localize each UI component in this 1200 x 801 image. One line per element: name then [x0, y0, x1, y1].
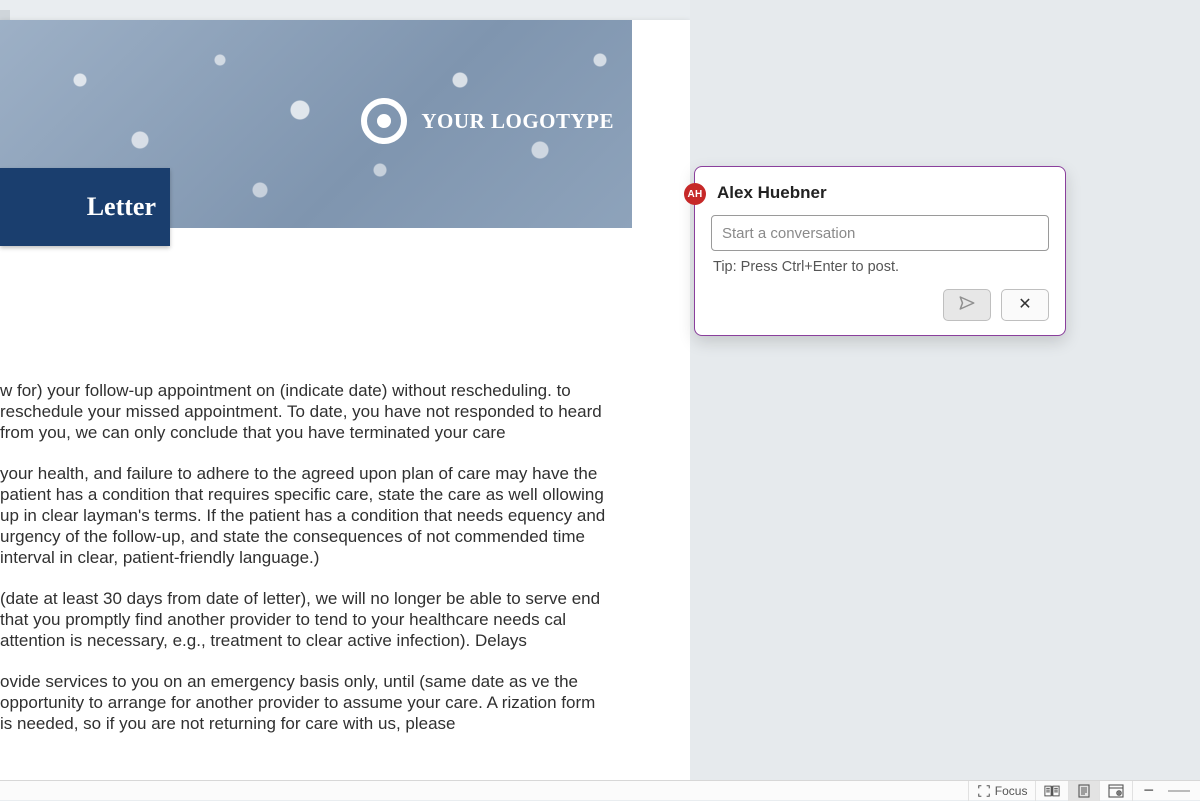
- document-page[interactable]: YOUR LOGOTYPE Letter w for) your follow-…: [0, 20, 690, 780]
- body-paragraph[interactable]: ovide services to you on an emergency ba…: [0, 671, 610, 734]
- body-paragraph[interactable]: (date at least 30 days from date of lett…: [0, 588, 610, 651]
- logo-icon: [361, 98, 407, 144]
- comment-input[interactable]: [711, 215, 1049, 251]
- send-icon: [958, 294, 976, 317]
- body-paragraph[interactable]: your health, and failure to adhere to th…: [0, 463, 610, 568]
- document-title-fragment: Letter: [87, 192, 156, 222]
- body-paragraph[interactable]: w for) your follow-up appointment on (in…: [0, 380, 610, 443]
- book-icon: [1044, 784, 1060, 798]
- minus-icon: −: [1141, 780, 1156, 801]
- post-comment-button[interactable]: [943, 289, 991, 321]
- logo-text: YOUR LOGOTYPE: [421, 109, 614, 134]
- focus-mode-button[interactable]: Focus: [968, 781, 1036, 801]
- avatar: AH: [684, 183, 706, 205]
- page-icon: [1077, 784, 1091, 798]
- focus-label: Focus: [995, 784, 1028, 798]
- close-icon: ✕: [1018, 297, 1031, 313]
- comment-card: AH Alex Huebner Tip: Press Ctrl+Enter to…: [694, 166, 1066, 336]
- cancel-comment-button[interactable]: ✕: [1001, 289, 1049, 321]
- zoom-slider[interactable]: [1164, 781, 1194, 801]
- web-layout-button[interactable]: [1099, 781, 1132, 801]
- read-mode-button[interactable]: [1035, 781, 1068, 801]
- print-layout-button[interactable]: [1068, 781, 1099, 801]
- comments-pane: [690, 0, 1200, 780]
- comment-tip: Tip: Press Ctrl+Enter to post.: [713, 259, 1047, 275]
- comment-actions: ✕: [711, 289, 1049, 321]
- slider-track-icon: [1168, 784, 1190, 798]
- document-title-bar: Letter: [0, 168, 170, 246]
- web-layout-icon: [1108, 784, 1124, 798]
- logo: YOUR LOGOTYPE: [361, 98, 614, 144]
- status-bar: Focus −: [0, 780, 1200, 800]
- comment-author: Alex Huebner: [717, 183, 1049, 203]
- document-canvas: YOUR LOGOTYPE Letter w for) your follow-…: [0, 0, 690, 780]
- zoom-out-button[interactable]: −: [1132, 781, 1164, 801]
- focus-icon: [977, 784, 991, 798]
- avatar-initials: AH: [687, 189, 702, 200]
- document-body[interactable]: w for) your follow-up appointment on (in…: [0, 380, 610, 754]
